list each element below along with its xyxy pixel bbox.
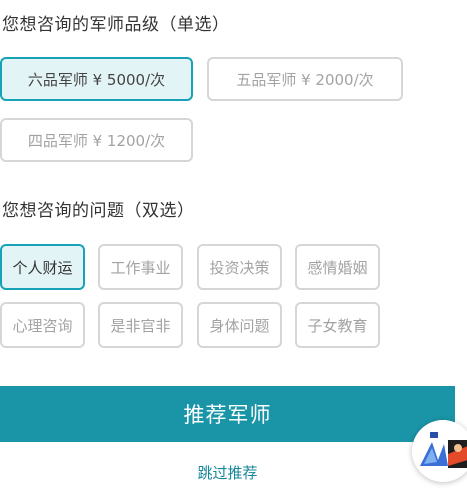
question-option-career[interactable]: 工作事业: [98, 244, 183, 290]
tier-option-label: 六品军师 ¥ 5000/次: [27, 70, 166, 89]
question-option-label: 身体问题: [209, 316, 270, 335]
question-option-psychology[interactable]: 心理咨询: [0, 302, 85, 348]
question-option-investment[interactable]: 投资决策: [197, 244, 282, 290]
question-option-wealth[interactable]: 个人财运: [0, 244, 85, 290]
question-option-relationship[interactable]: 感情婚姻: [295, 244, 380, 290]
question-option-label: 投资决策: [209, 258, 270, 277]
tier-option-five[interactable]: 五品军师 ¥ 2000/次: [207, 57, 403, 101]
question-option-label: 子女教育: [307, 316, 368, 335]
question-option-label: 是非官非: [110, 316, 171, 335]
tier-option-six[interactable]: 六品军师 ¥ 5000/次: [0, 57, 193, 101]
avatar-logo-icon: [412, 420, 467, 482]
question-option-children[interactable]: 子女教育: [295, 302, 380, 348]
question-option-health[interactable]: 身体问题: [197, 302, 282, 348]
tier-option-label: 五品军师 ¥ 2000/次: [236, 70, 374, 89]
floating-avatar-button[interactable]: [412, 420, 467, 482]
question-option-label: 心理咨询: [12, 316, 73, 335]
recommend-button[interactable]: 推荐军师: [0, 386, 455, 442]
tier-section-title: 您想咨询的军师品级（单选）: [2, 15, 230, 35]
tier-option-label: 四品军师 ¥ 1200/次: [27, 131, 166, 150]
question-section-title: 您想咨询的问题（双选）: [2, 201, 195, 221]
question-option-label: 个人财运: [12, 258, 73, 277]
consult-form-page: 您想咨询的军师品级（单选） 六品军师 ¥ 5000/次 五品军师 ¥ 2000/…: [0, 0, 467, 491]
tier-option-four[interactable]: 四品军师 ¥ 1200/次: [0, 118, 193, 162]
question-option-label: 感情婚姻: [307, 258, 368, 277]
skip-recommend-link[interactable]: 跳过推荐: [0, 462, 455, 483]
question-option-label: 工作事业: [110, 258, 171, 277]
question-option-disputes[interactable]: 是非官非: [98, 302, 183, 348]
